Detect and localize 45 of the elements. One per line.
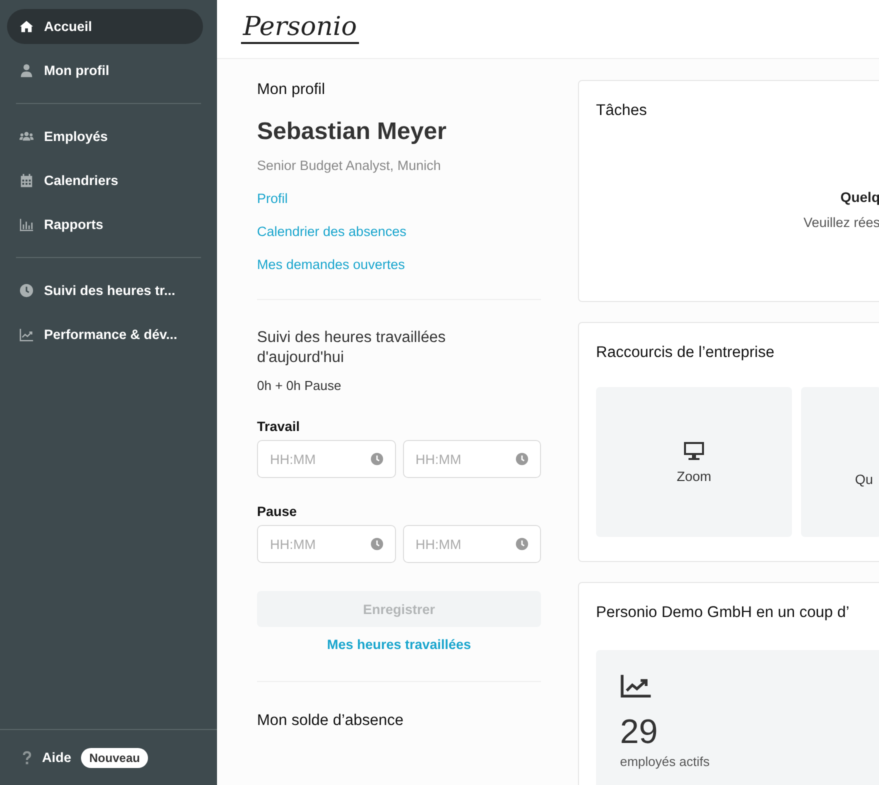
section-title: Mon solde d’absence (257, 712, 404, 730)
time-field[interactable]: HH:MM (402, 440, 541, 478)
nav-item[interactable]: Accueil (7, 9, 203, 44)
bar-chart-icon (19, 217, 34, 232)
nav-item[interactable]: Mon profil (7, 53, 203, 88)
clock-icon (19, 283, 34, 298)
clock-icon (370, 452, 384, 466)
shortcut-tile[interactable]: Zoom (596, 387, 792, 537)
person-icon (19, 63, 34, 78)
section-title: Mon profil (257, 81, 326, 99)
stat-label: employés actifs (620, 754, 711, 769)
shortcut-label: Zoom (676, 468, 712, 484)
help-icon (22, 750, 32, 764)
time-field[interactable]: HH:MM (257, 440, 396, 478)
new-badge: Nouveau (81, 748, 148, 768)
nav-item[interactable]: Calendriers (7, 163, 203, 198)
help-link[interactable]: Aide (42, 750, 72, 765)
clock-icon (515, 537, 529, 551)
monitor-icon (683, 440, 705, 460)
nav-item[interactable]: Performance & dév... (7, 317, 203, 352)
logo[interactable]: Personio (241, 14, 359, 44)
trend-chart-icon (620, 674, 652, 698)
calendar-icon (19, 173, 34, 188)
field-label: Pause (257, 504, 298, 519)
shortcut-tile[interactable]: Qu (801, 387, 879, 537)
nav-item[interactable]: Suivi des heures tr... (7, 273, 203, 308)
nav-item[interactable]: Employés (7, 119, 203, 154)
employee-name: Sebastian Meyer (257, 118, 448, 146)
job-title: Senior Budget Analyst, Munich (257, 158, 442, 173)
field-label: Travail (257, 419, 301, 434)
time-field[interactable]: HH:MM (402, 525, 541, 563)
card-title: Personio Demo GmbH en un coup d’ (596, 603, 850, 622)
trend-chart-icon (19, 327, 34, 342)
hours-summary: 0h + 0h Pause (257, 378, 342, 393)
clock-icon (370, 537, 384, 551)
home-icon (19, 19, 34, 34)
clock-icon (515, 452, 529, 466)
card-title: Tâches (596, 101, 648, 120)
nav-item[interactable]: Rapports (7, 207, 203, 242)
card-title: Raccourcis de l’entreprise (596, 343, 776, 362)
error-title: Quelq (839, 189, 879, 205)
stat-value: 29 (620, 713, 659, 752)
shortcut-label: Qu (855, 472, 874, 486)
section-title: Suivi des heures travaillées d'aujourd'hui (257, 328, 447, 368)
time-field[interactable]: HH:MM (257, 525, 396, 563)
